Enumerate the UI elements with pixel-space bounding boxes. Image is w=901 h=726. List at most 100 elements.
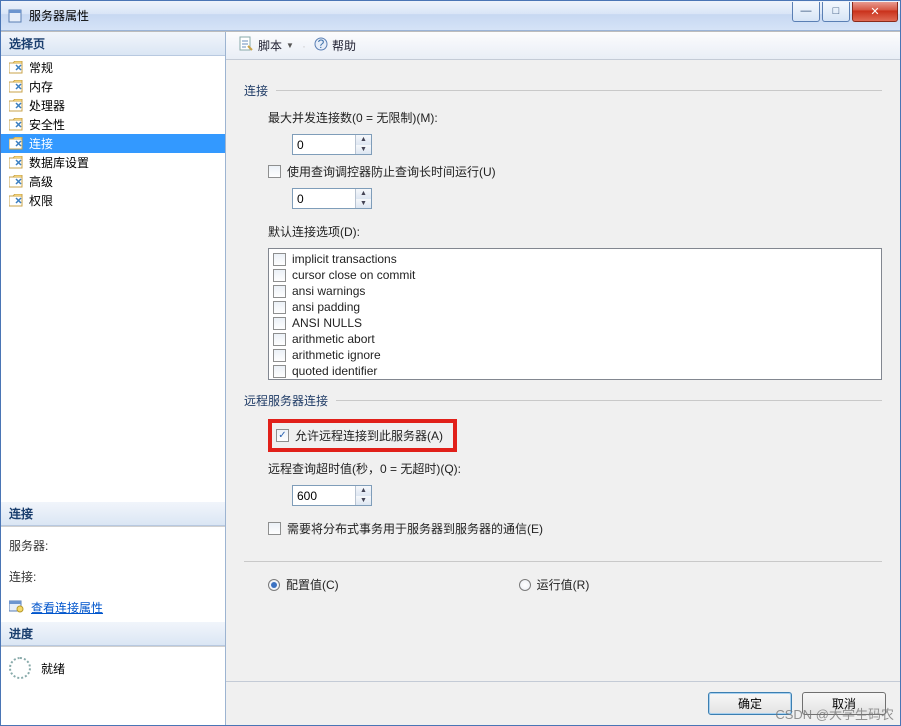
spin-down-icon[interactable]: ▼ — [356, 199, 371, 209]
page-icon — [9, 61, 25, 75]
svg-text:?: ? — [318, 37, 325, 51]
sidebar-item-general[interactable]: 常规 — [1, 58, 225, 77]
progress-status: 就绪 — [41, 660, 65, 677]
radio-icon — [268, 579, 280, 591]
list-item[interactable]: arithmetic ignore — [273, 347, 877, 363]
app-icon — [7, 8, 23, 24]
script-label: 脚本 — [258, 37, 282, 54]
ok-button[interactable]: 确定 — [708, 692, 792, 715]
close-button[interactable]: ✕ — [852, 2, 898, 22]
list-item[interactable]: ansi warnings — [273, 283, 877, 299]
list-item[interactable]: ansi padding — [273, 299, 877, 315]
page-icon — [9, 156, 25, 170]
page-icon — [9, 137, 25, 151]
sidebar-item-advanced[interactable]: 高级 — [1, 172, 225, 191]
configured-values-radio[interactable]: 配置值(C) — [268, 576, 339, 593]
group-connections: 连接 — [244, 82, 882, 99]
option-label: arithmetic ignore — [292, 348, 381, 362]
minimize-button[interactable]: — — [792, 2, 820, 22]
max-concurrent-input[interactable]: ▲▼ — [292, 134, 372, 155]
select-page-header: 选择页 — [1, 32, 225, 56]
running-values-radio[interactable]: 运行值(R) — [519, 576, 590, 593]
sidebar-item-security[interactable]: 安全性 — [1, 115, 225, 134]
running-label: 运行值(R) — [537, 576, 590, 593]
sidebar-item-label: 处理器 — [29, 97, 65, 114]
spin-down-icon[interactable]: ▼ — [356, 496, 371, 506]
list-item[interactable]: ANSI NULLS — [273, 315, 877, 331]
allow-remote-checkbox[interactable]: ✓ — [276, 429, 289, 442]
spin-down-icon[interactable]: ▼ — [356, 145, 371, 155]
page-icon — [9, 118, 25, 132]
sidebar-item-connections[interactable]: 连接 — [1, 134, 225, 153]
option-checkbox[interactable] — [273, 349, 286, 362]
connection-header: 连接 — [1, 502, 225, 526]
sidebar-item-processors[interactable]: 处理器 — [1, 96, 225, 115]
maximize-button[interactable]: □ — [822, 2, 850, 22]
remote-timeout-field[interactable] — [293, 486, 355, 505]
sidebar-item-label: 安全性 — [29, 116, 65, 133]
option-checkbox[interactable] — [273, 285, 286, 298]
page-icon — [9, 194, 25, 208]
link-icon — [9, 599, 25, 616]
spin-up-icon[interactable]: ▲ — [356, 486, 371, 496]
option-checkbox[interactable] — [273, 317, 286, 330]
main: 脚本 ▼ · ? 帮助 连接 最大并发连接数(0 = 无限制)(M): — [226, 32, 900, 725]
window: 服务器属性 — □ ✕ 选择页 常规 内存 处理器 安全性 连接 数据库设置 高… — [0, 0, 901, 726]
list-item[interactable]: quoted identifier — [273, 363, 877, 379]
connection-section: 服务器: 连接: 查看连接属性 — [1, 526, 225, 622]
chevron-down-icon: ▼ — [286, 41, 294, 50]
sidebar-item-database-settings[interactable]: 数据库设置 — [1, 153, 225, 172]
max-concurrent-label: 最大并发连接数(0 = 无限制)(M): — [268, 109, 438, 126]
cancel-button[interactable]: 取消 — [802, 692, 886, 715]
governor-checkbox[interactable] — [268, 165, 281, 178]
titlebar: 服务器属性 — □ ✕ — [1, 1, 900, 31]
option-label: quoted identifier — [292, 364, 377, 378]
governor-value-field[interactable] — [293, 189, 355, 208]
remote-timeout-input[interactable]: ▲▼ — [292, 485, 372, 506]
content: 连接 最大并发连接数(0 = 无限制)(M): ▲▼ 使用查询调控器防止查询长时… — [226, 60, 900, 681]
remote-timeout-label: 远程查询超时值(秒，0 = 无超时)(Q): — [268, 460, 461, 477]
page-icon — [9, 175, 25, 189]
window-title: 服务器属性 — [29, 7, 89, 24]
script-icon — [238, 36, 254, 55]
list-item[interactable]: implicit transactions — [273, 251, 877, 267]
group-remote: 远程服务器连接 — [244, 392, 882, 409]
option-checkbox[interactable] — [273, 253, 286, 266]
conn-label: 连接: — [9, 568, 217, 585]
sidebar-item-memory[interactable]: 内存 — [1, 77, 225, 96]
cancel-label: 取消 — [832, 695, 856, 712]
option-checkbox[interactable] — [273, 333, 286, 346]
help-label: 帮助 — [332, 37, 356, 54]
ok-label: 确定 — [738, 695, 762, 712]
spin-up-icon[interactable]: ▲ — [356, 189, 371, 199]
help-button[interactable]: ? 帮助 — [310, 35, 360, 56]
script-button[interactable]: 脚本 ▼ — [234, 34, 298, 57]
default-options-listbox[interactable]: implicit transactions cursor close on co… — [268, 248, 882, 380]
dtc-checkbox[interactable] — [268, 522, 281, 535]
spin-up-icon[interactable]: ▲ — [356, 135, 371, 145]
footer: 确定 取消 — [226, 681, 900, 725]
option-checkbox[interactable] — [273, 365, 286, 378]
list-item[interactable]: arithmetic abort — [273, 331, 877, 347]
body: 选择页 常规 内存 处理器 安全性 连接 数据库设置 高级 权限 连接 服务器:… — [1, 31, 900, 725]
radio-icon — [519, 579, 531, 591]
list-item[interactable]: cursor close on commit — [273, 267, 877, 283]
max-concurrent-field[interactable] — [293, 135, 355, 154]
sidebar-item-label: 数据库设置 — [29, 154, 89, 171]
sidebar-item-permissions[interactable]: 权限 — [1, 191, 225, 210]
option-label: implicit transactions — [292, 252, 397, 266]
option-checkbox[interactable] — [273, 269, 286, 282]
configured-label: 配置值(C) — [286, 576, 339, 593]
max-concurrent-row: 最大并发连接数(0 = 无限制)(M): — [268, 109, 882, 126]
help-icon: ? — [314, 37, 328, 54]
allow-remote-label: 允许远程连接到此服务器(A) — [295, 427, 443, 444]
sidebar: 选择页 常规 内存 处理器 安全性 连接 数据库设置 高级 权限 连接 服务器:… — [1, 32, 226, 725]
governor-value-input[interactable]: ▲▼ — [292, 188, 372, 209]
toolbar: 脚本 ▼ · ? 帮助 — [226, 32, 900, 60]
option-checkbox[interactable] — [273, 301, 286, 314]
governor-label: 使用查询调控器防止查询长时间运行(U) — [287, 163, 496, 180]
view-connection-properties-link[interactable]: 查看连接属性 — [9, 599, 217, 616]
allow-remote-highlight: ✓ 允许远程连接到此服务器(A) — [268, 419, 457, 452]
page-list: 常规 内存 处理器 安全性 连接 数据库设置 高级 权限 — [1, 56, 225, 212]
progress-spinner-icon — [9, 657, 31, 679]
